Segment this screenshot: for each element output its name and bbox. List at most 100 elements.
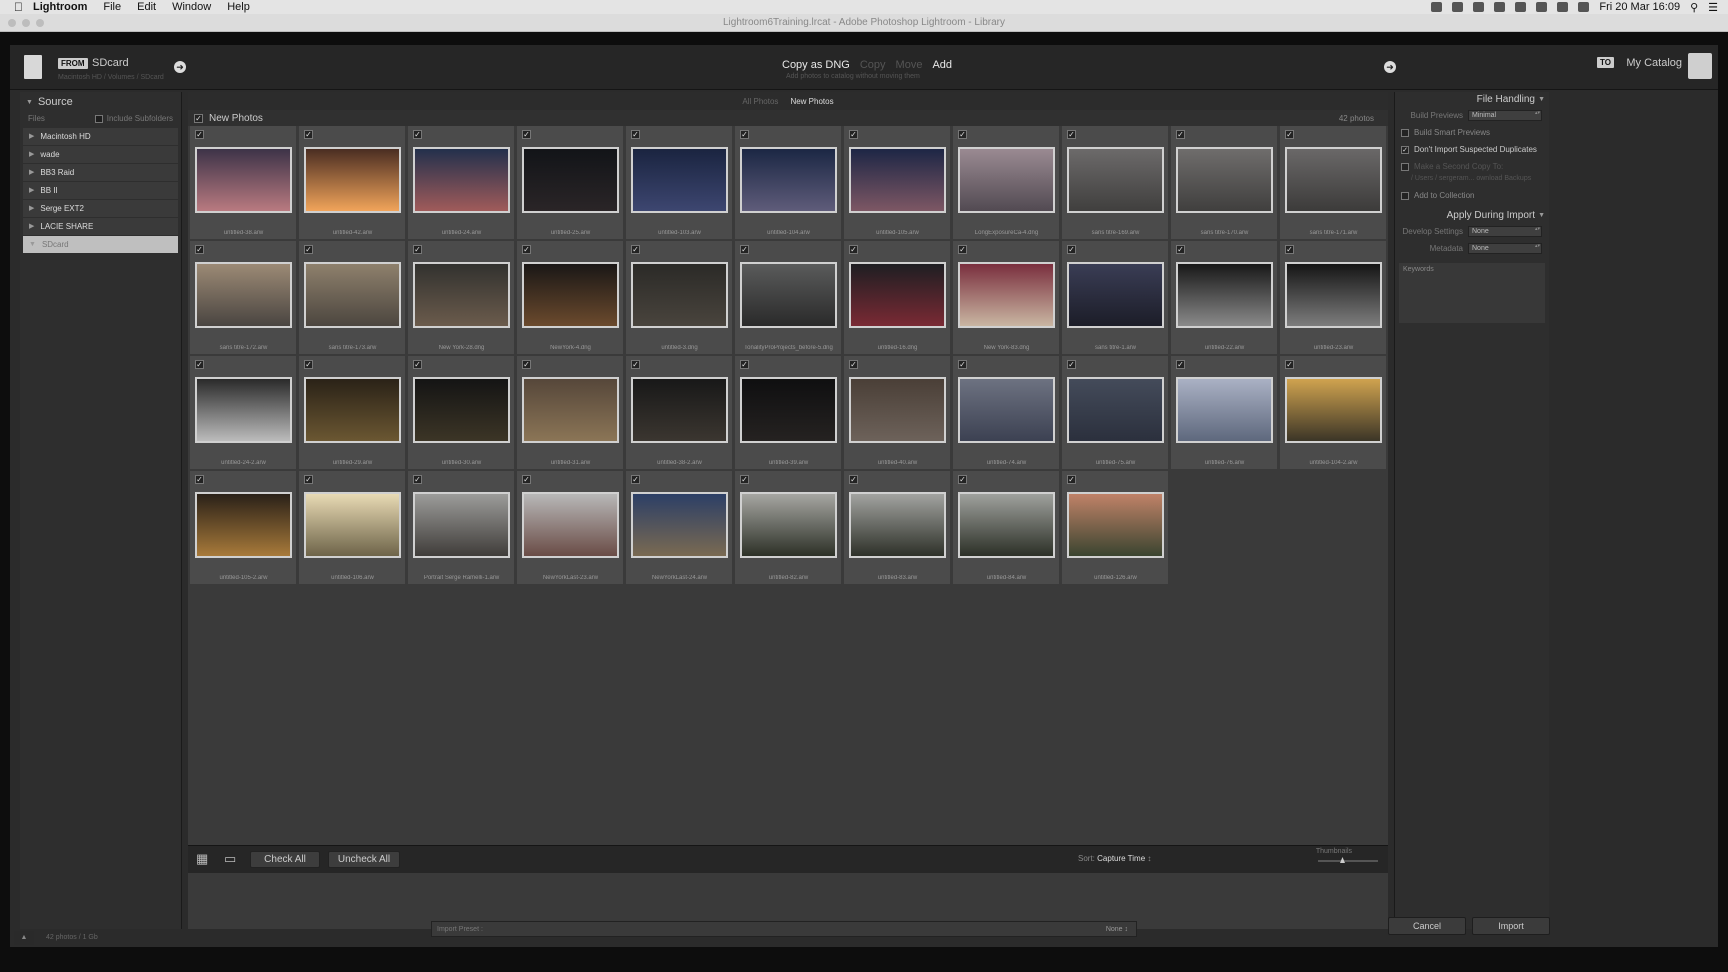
- photo-cell[interactable]: ✓ sans titre-1.arw: [1062, 241, 1169, 355]
- photo-thumbnail[interactable]: [1176, 147, 1273, 213]
- file-handling-header[interactable]: File Handling ▼: [1395, 92, 1549, 107]
- disclosure-triangle-icon[interactable]: ▶: [29, 164, 34, 181]
- photo-cell[interactable]: ✓ New York-83.dng: [953, 241, 1060, 355]
- photo-thumbnail[interactable]: [849, 262, 946, 328]
- photo-cell[interactable]: ✓ NewYorkLast-23.arw: [517, 471, 624, 585]
- photo-thumbnail[interactable]: [413, 377, 510, 443]
- photo-thumbnail[interactable]: [849, 377, 946, 443]
- photo-checkbox[interactable]: ✓: [849, 245, 858, 254]
- photo-checkbox[interactable]: ✓: [740, 130, 749, 139]
- photo-thumbnail[interactable]: [304, 377, 401, 443]
- photo-cell[interactable]: ✓ untitled-25.arw: [517, 126, 624, 240]
- add-to-collection-checkbox[interactable]: [1401, 191, 1409, 200]
- photo-checkbox[interactable]: ✓: [1285, 360, 1294, 369]
- photo-cell[interactable]: ✓ sans titre-170.arw: [1171, 126, 1278, 240]
- collapse-triangle-icon[interactable]: ▼: [26, 99, 33, 106]
- photo-thumbnail[interactable]: [1067, 492, 1164, 558]
- photo-cell[interactable]: ✓ sans titre-169.arw: [1062, 126, 1169, 240]
- photo-thumbnail[interactable]: [1067, 377, 1164, 443]
- photo-checkbox[interactable]: ✓: [1067, 130, 1076, 139]
- photo-checkbox[interactable]: ✓: [304, 130, 313, 139]
- photo-checkbox[interactable]: ✓: [740, 245, 749, 254]
- keywords-field[interactable]: Keywords: [1399, 263, 1545, 323]
- photo-checkbox[interactable]: ✓: [413, 475, 422, 484]
- photo-thumbnail[interactable]: [958, 262, 1055, 328]
- photo-checkbox[interactable]: ✓: [195, 475, 204, 484]
- photo-thumbnail[interactable]: [849, 147, 946, 213]
- include-subfolders-option[interactable]: Include Subfolders: [94, 114, 173, 123]
- photo-checkbox[interactable]: ✓: [522, 130, 531, 139]
- photo-checkbox[interactable]: ✓: [1285, 130, 1294, 139]
- clock[interactable]: Fri 20 Mar 16:09: [1599, 1, 1680, 13]
- photo-thumbnail[interactable]: [1067, 147, 1164, 213]
- second-copy-checkbox[interactable]: [1401, 162, 1409, 171]
- apple-icon[interactable]: : [14, 0, 23, 14]
- photo-thumbnail[interactable]: [522, 492, 619, 558]
- photo-cell[interactable]: ✓ sans titre-173.arw: [299, 241, 406, 355]
- photo-cell[interactable]: ✓ New York-28.dng: [408, 241, 515, 355]
- photo-cell[interactable]: ✓ sans titre-171.arw: [1280, 126, 1387, 240]
- photo-cell[interactable]: ✓ untitled-104.arw: [735, 126, 842, 240]
- photo-thumbnail[interactable]: [1176, 377, 1273, 443]
- photo-thumbnail[interactable]: [304, 492, 401, 558]
- photo-checkbox[interactable]: ✓: [958, 360, 967, 369]
- photo-checkbox[interactable]: ✓: [1285, 245, 1294, 254]
- photo-checkbox[interactable]: ✓: [1067, 360, 1076, 369]
- photo-cell[interactable]: ✓ Portrait Serge Ramelli-1.arw: [408, 471, 515, 585]
- notifications-icon[interactable]: ☰: [1708, 1, 1718, 14]
- tab-new-photos[interactable]: New Photos: [790, 97, 833, 106]
- photo-cell[interactable]: ✓ untitled-105-2.arw: [190, 471, 297, 585]
- status-app-icon[interactable]: [1431, 2, 1443, 12]
- photo-thumbnail[interactable]: [1176, 262, 1273, 328]
- photo-thumbnail[interactable]: [740, 147, 837, 213]
- flag-icon[interactable]: [1578, 2, 1590, 12]
- photo-cell[interactable]: ✓ untitled-30.arw: [408, 356, 515, 470]
- photo-thumbnail[interactable]: [195, 147, 292, 213]
- volume-icon[interactable]: [1536, 2, 1548, 12]
- photo-checkbox[interactable]: ✓: [631, 245, 640, 254]
- photo-thumbnail[interactable]: [195, 262, 292, 328]
- photo-cell[interactable]: ✓ NewYorkLast-24.arw: [626, 471, 733, 585]
- photo-thumbnail[interactable]: [413, 147, 510, 213]
- photo-thumbnail[interactable]: [522, 377, 619, 443]
- photo-checkbox[interactable]: ✓: [522, 360, 531, 369]
- spotlight-icon[interactable]: ⚲: [1690, 1, 1698, 14]
- volume-item[interactable]: ▶ LACIE SHARE: [23, 218, 178, 235]
- dropbox-icon[interactable]: [1473, 2, 1485, 12]
- bluetooth-icon[interactable]: [1515, 2, 1527, 12]
- develop-settings-select[interactable]: None: [1468, 226, 1542, 237]
- mode-move[interactable]: Move: [896, 59, 923, 71]
- disclosure-triangle-icon[interactable]: ▶: [29, 182, 34, 199]
- photo-thumbnail[interactable]: [631, 147, 728, 213]
- photo-cell[interactable]: ✓ untitled-24-2.arw: [190, 356, 297, 470]
- collapse-triangle-icon[interactable]: ▼: [1538, 92, 1545, 107]
- grid-view-icon[interactable]: ▦: [196, 852, 214, 866]
- minimize-window-button[interactable]: [22, 19, 30, 27]
- menu-edit[interactable]: Edit: [137, 1, 156, 13]
- status-app-icon[interactable]: [1452, 2, 1464, 12]
- photo-thumbnail[interactable]: [958, 147, 1055, 213]
- photo-thumbnail[interactable]: [304, 147, 401, 213]
- photo-thumbnail[interactable]: [958, 377, 1055, 443]
- collapse-triangle-icon[interactable]: ▼: [1538, 208, 1545, 223]
- photo-checkbox[interactable]: ✓: [304, 245, 313, 254]
- group-checkbox[interactable]: ✓: [194, 113, 203, 123]
- cancel-button[interactable]: Cancel: [1388, 917, 1466, 935]
- photo-cell[interactable]: ✓ untitled-82.arw: [735, 471, 842, 585]
- photo-cell[interactable]: ✓ untitled-75.arw: [1062, 356, 1169, 470]
- mode-copy[interactable]: Copy: [860, 59, 886, 71]
- photo-thumbnail[interactable]: [631, 262, 728, 328]
- photo-checkbox[interactable]: ✓: [195, 360, 204, 369]
- photo-thumbnail[interactable]: [958, 492, 1055, 558]
- photo-cell[interactable]: ✓ LongExposureCa-4.dng: [953, 126, 1060, 240]
- photo-thumbnail[interactable]: [740, 492, 837, 558]
- volume-item[interactable]: ▶ Macintosh HD: [23, 128, 178, 145]
- photo-thumbnail[interactable]: [631, 377, 728, 443]
- photo-cell[interactable]: ✓ untitled-105.arw: [844, 126, 951, 240]
- photo-checkbox[interactable]: ✓: [1067, 245, 1076, 254]
- photo-cell[interactable]: ✓ sans titre-172.arw: [190, 241, 297, 355]
- photo-thumbnail[interactable]: [413, 492, 510, 558]
- check-all-button[interactable]: Check All: [250, 851, 320, 868]
- volume-item[interactable]: ▶ wade: [23, 146, 178, 163]
- import-button[interactable]: Import: [1472, 917, 1550, 935]
